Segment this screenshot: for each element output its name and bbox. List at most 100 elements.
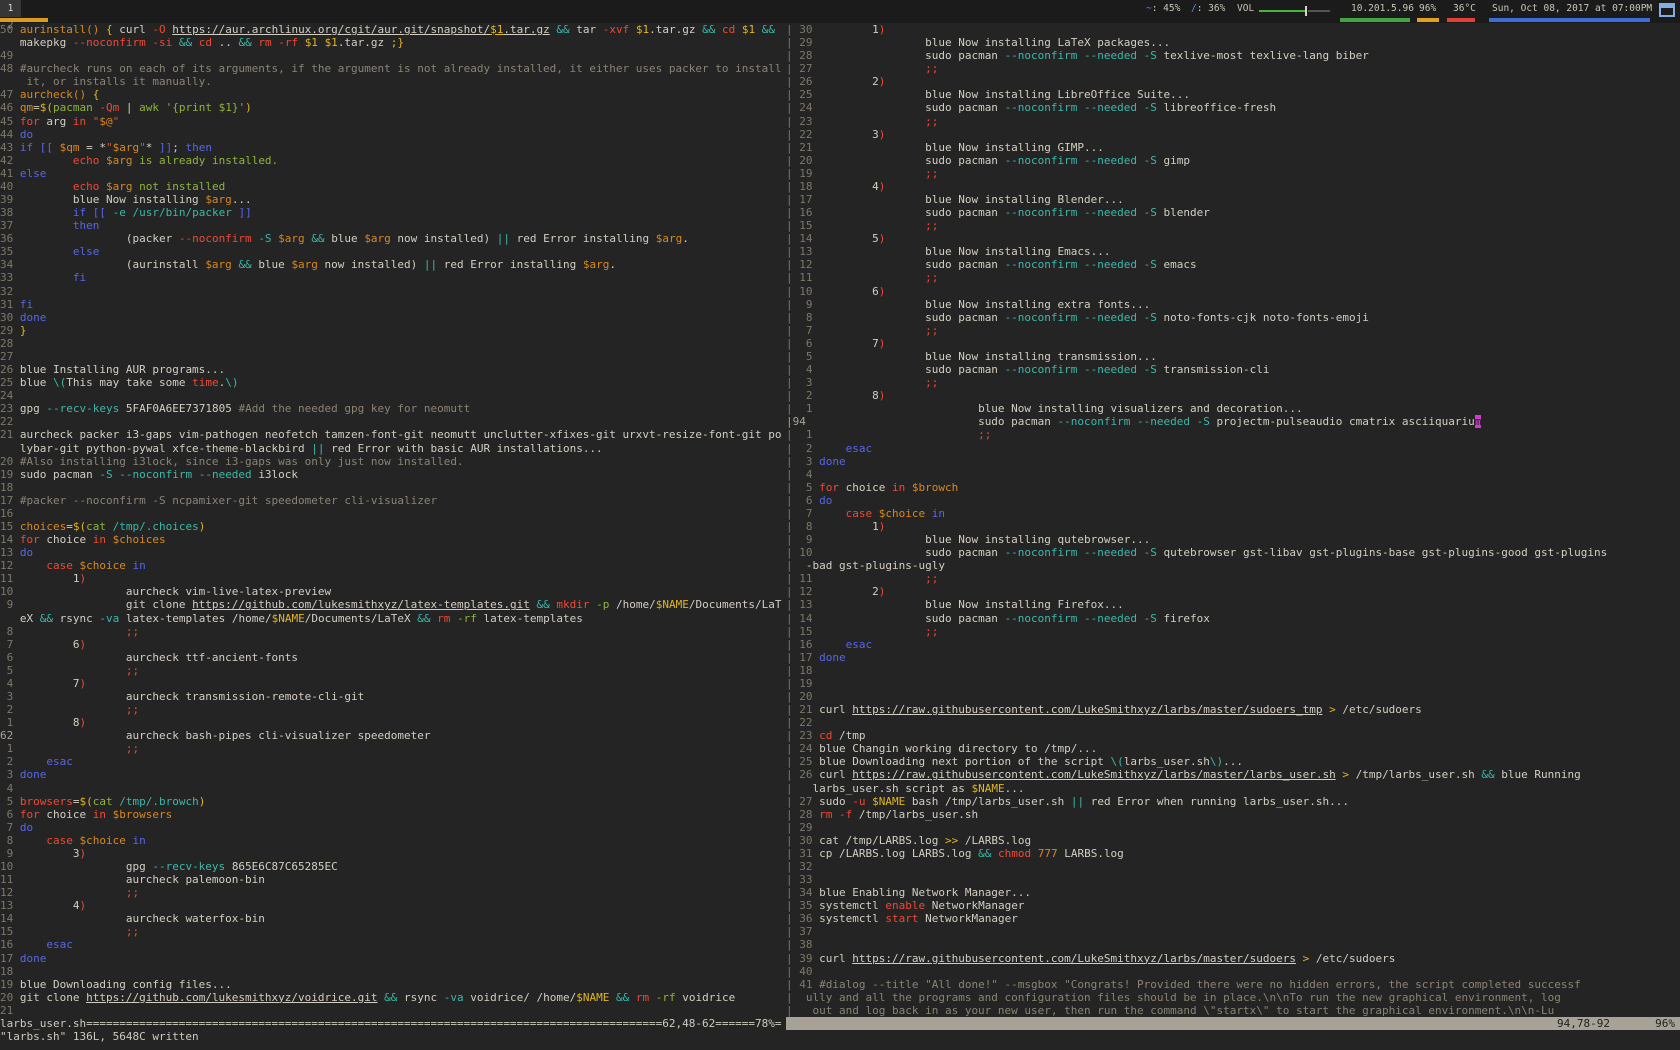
code-row: 29 } bbox=[0, 324, 786, 337]
code-row: | 32 bbox=[786, 860, 1680, 873]
statusline-ruler: 94,78-92 bbox=[1557, 1017, 1610, 1030]
code-row: 27 bbox=[0, 350, 786, 363]
code-row: | 19 bbox=[786, 677, 1680, 690]
code-row: 11 aurcheck palemoon-bin bbox=[0, 873, 786, 886]
status-bar: 1 2 ~: 45% /: 36% VOL 10.201.5.96 96% 36… bbox=[0, 0, 1680, 23]
code-row: 32 bbox=[0, 285, 786, 298]
code-row: | 7 ;; bbox=[786, 324, 1680, 337]
code-row: 47 aurcheck() { bbox=[0, 88, 786, 101]
code-row: | 28 rm -f /tmp/larbs_user.sh bbox=[786, 808, 1680, 821]
code-row: 24 bbox=[0, 389, 786, 402]
code-row: eX && rsync -va latex-templates /home/$N… bbox=[0, 612, 786, 625]
volume-slider-track bbox=[1308, 10, 1330, 12]
code-row: | 10 6) bbox=[786, 285, 1680, 298]
workspace-tag-1[interactable]: 1 bbox=[0, 0, 21, 17]
code-row: 49 bbox=[0, 49, 786, 62]
date-indicator-bar bbox=[1489, 18, 1650, 22]
code-row: | 9 blue Now installing extra fonts... bbox=[786, 298, 1680, 311]
code-row: 1 ;; bbox=[0, 742, 786, 755]
code-row: | 2 esac bbox=[786, 442, 1680, 455]
code-row: | 23 ;; bbox=[786, 115, 1680, 128]
code-row: 11 1) bbox=[0, 572, 786, 585]
code-row: 21 bbox=[0, 1004, 786, 1017]
window-tray-icon[interactable] bbox=[1659, 3, 1675, 17]
code-row: 16 esac bbox=[0, 938, 786, 951]
code-row: 20 #Also installing i3lock, since i3-gap… bbox=[0, 455, 786, 468]
code-row: lybar-git python-pywal xfce-theme-blackb… bbox=[0, 442, 786, 455]
code-row: 37 then bbox=[0, 219, 786, 232]
vim-editor: 50 aurinstall() { curl -O https://aur.ar… bbox=[0, 23, 1680, 1050]
code-row: 34 (aurinstall $arg && blue $arg now ins… bbox=[0, 258, 786, 271]
code-row: | 6 do bbox=[786, 494, 1680, 507]
code-row: | 33 bbox=[786, 873, 1680, 886]
code-row: | 25 blue Now installing LibreOffice Sui… bbox=[786, 88, 1680, 101]
code-row: 9 3) bbox=[0, 847, 786, 860]
code-row: 45 for arg in "$@" bbox=[0, 115, 786, 128]
desktop: 1 2 ~: 45% /: 36% VOL 10.201.5.96 96% 36… bbox=[0, 0, 1680, 1050]
code-row: 62 aurcheck bash-pipes cli-visualizer sp… bbox=[0, 729, 786, 742]
home-disk-usage: ~: 45% bbox=[1146, 3, 1180, 14]
code-row: 10 aurcheck vim-live-latex-preview bbox=[0, 585, 786, 598]
code-row: 4 bbox=[0, 782, 786, 795]
volume-slider-fill bbox=[1259, 10, 1305, 12]
ip-address: 10.201.5.96 bbox=[1351, 3, 1414, 14]
code-row: | 9 blue Now installing qutebrowser... bbox=[786, 533, 1680, 546]
code-row: 41 else bbox=[0, 167, 786, 180]
code-row: | 28 sudo pacman --noconfirm --needed -S… bbox=[786, 49, 1680, 62]
code-row: 42 echo $arg is already installed. bbox=[0, 154, 786, 167]
code-row: 21 aurcheck packer i3-gaps vim-pathogen … bbox=[0, 428, 786, 441]
clock-date: Sun, Oct 08, 2017 at 07:00PM bbox=[1492, 3, 1652, 14]
code-row: 38 if [[ -e /usr/bin/packer ]] bbox=[0, 206, 786, 219]
code-row: | 4 sudo pacman --noconfirm --needed -S … bbox=[786, 363, 1680, 376]
code-row: 8 case $choice in bbox=[0, 834, 786, 847]
code-row: 7 do bbox=[0, 821, 786, 834]
code-row: 12 case $choice in bbox=[0, 559, 786, 572]
code-row: 43 if [[ $qm = *"$arg"* ]]; then bbox=[0, 141, 786, 154]
code-row: | 14 sudo pacman --noconfirm --needed -S… bbox=[786, 612, 1680, 625]
cpu-temperature: 36°C bbox=[1453, 3, 1476, 14]
code-row: | 37 bbox=[786, 925, 1680, 938]
code-row: 6 for choice in $browsers bbox=[0, 808, 786, 821]
code-row: | 12 2) bbox=[786, 585, 1680, 598]
code-row: 19 sudo pacman -S --noconfirm --needed i… bbox=[0, 468, 786, 481]
code-row: | 3 done bbox=[786, 455, 1680, 468]
code-row: 13 4) bbox=[0, 899, 786, 912]
code-row: | ully and all the programs and configur… bbox=[786, 991, 1680, 1004]
code-row: | 18 bbox=[786, 664, 1680, 677]
code-row: 3 aurcheck transmission-remote-cli-git bbox=[0, 690, 786, 703]
code-row: 39 blue Now installing $arg... bbox=[0, 193, 786, 206]
code-row: | 36 systemctl start NetworkManager bbox=[786, 912, 1680, 925]
code-row: 15 choices=$(cat /tmp/.choices) bbox=[0, 520, 786, 533]
code-row: | 22 bbox=[786, 716, 1680, 729]
code-row: | 3 ;; bbox=[786, 376, 1680, 389]
volume-slider-thumb[interactable] bbox=[1305, 6, 1307, 16]
code-row: 17 #packer --noconfirm -S ncpamixer-git … bbox=[0, 494, 786, 507]
code-row: | 17 done bbox=[786, 651, 1680, 664]
code-row: | 26 2) bbox=[786, 75, 1680, 88]
code-row: 23 gpg --recv-keys 5FAF0A6EE7371805 #Add… bbox=[0, 402, 786, 415]
code-row: 35 else bbox=[0, 245, 786, 258]
code-row: 19 blue Downloading config files... bbox=[0, 978, 786, 991]
battery-indicator-bar bbox=[1417, 18, 1439, 22]
code-row: 31 fi bbox=[0, 298, 786, 311]
vim-cursor: m bbox=[1475, 415, 1482, 428]
active-tag-indicator bbox=[0, 18, 48, 22]
code-row: | 16 esac bbox=[786, 638, 1680, 651]
code-row: | 11 ;; bbox=[786, 572, 1680, 585]
code-row: | 39 curl https://raw.githubusercontent.… bbox=[786, 952, 1680, 965]
code-row: | 27 sudo -u $NAME bash /tmp/larbs_user.… bbox=[786, 795, 1680, 808]
statusline-active-right: larbs.sh 94,78-92 96% bbox=[786, 1017, 1680, 1030]
code-row: | 1 blue Now installing visualizers and … bbox=[786, 402, 1680, 415]
code-row: 25 blue \(This may take some time.\) bbox=[0, 376, 786, 389]
code-row: | 22 3) bbox=[786, 128, 1680, 141]
code-row: 50 aurinstall() { curl -O https://aur.ar… bbox=[0, 23, 786, 36]
code-row: | 13 blue Now installing Firefox... bbox=[786, 598, 1680, 611]
code-row: 5 browsers=$(cat /tmp/.browch) bbox=[0, 795, 786, 808]
code-row: | 27 ;; bbox=[786, 62, 1680, 75]
code-row: | 20 bbox=[786, 690, 1680, 703]
right-split-larbs-sh[interactable]: | 30 1)| 29 blue Now installing LaTeX pa… bbox=[786, 23, 1680, 1017]
code-row: |94 sudo pacman --noconfirm --needed -S … bbox=[786, 415, 1680, 428]
code-row: | 30 cat /tmp/LARBS.log >> /LARBS.log bbox=[786, 834, 1680, 847]
code-row: 14 for choice in $choices bbox=[0, 533, 786, 546]
left-split-larbs-user-sh[interactable]: 50 aurinstall() { curl -O https://aur.ar… bbox=[0, 23, 786, 1017]
